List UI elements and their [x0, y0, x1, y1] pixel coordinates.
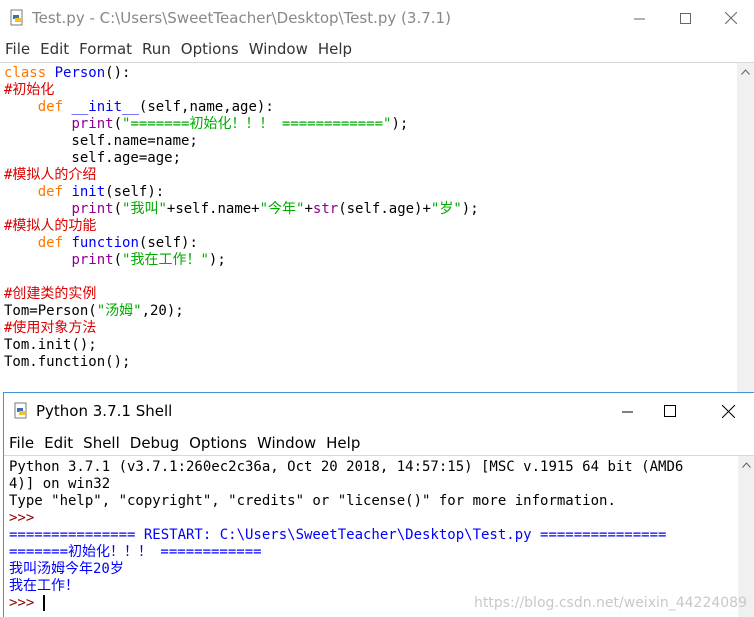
menu-window[interactable]: Window: [244, 40, 313, 58]
python-file-icon: [8, 9, 26, 27]
code-line: print("我叫"+self.name+"今年"+str(self.age)+…: [71, 201, 479, 217]
shell-output-text[interactable]: Python 3.7.1 (v3.7.1:260ec2c36a, Oct 20 …: [9, 459, 683, 612]
code-line: def init(self):: [37, 184, 165, 200]
close-icon[interactable]: [708, 0, 754, 36]
close-icon[interactable]: [705, 393, 751, 429]
code-line: def __init__(self,name,age):: [37, 99, 274, 115]
minimize-icon[interactable]: [616, 0, 662, 36]
menu-help[interactable]: Help: [321, 434, 365, 452]
menu-options[interactable]: Options: [176, 40, 244, 58]
watermark: https://blog.csdn.net/weixin_44224089: [473, 595, 747, 611]
menu-format[interactable]: Format: [74, 40, 137, 58]
code-line: def function(self):: [37, 235, 198, 251]
output-line: 我叫汤姆今年20岁: [9, 561, 124, 577]
menu-file[interactable]: File: [4, 434, 39, 452]
shell-window: Python 3.7.1 Shell File Edit Shell Debug…: [3, 392, 754, 617]
code-comment: #使用对象方法: [4, 320, 97, 336]
menu-options[interactable]: Options: [184, 434, 252, 452]
code-comment: #初始化: [4, 82, 55, 98]
code-line: self.age=age;: [4, 150, 182, 166]
banner-line: 4)] on win32: [9, 476, 111, 492]
scroll-up-icon[interactable]: [738, 456, 754, 473]
code-comment: #模拟人的功能: [4, 218, 97, 234]
menu-file[interactable]: File: [0, 40, 35, 58]
shell-prompt: >>>: [9, 510, 43, 526]
code-comment: #创建类的实例: [4, 286, 97, 302]
code-comment: #模拟人的介绍: [4, 167, 97, 183]
editor-scrollbar[interactable]: [737, 63, 754, 392]
code-line: print("我在工作！");: [71, 252, 226, 268]
scroll-up-icon[interactable]: [737, 63, 754, 80]
output-line: =======初始化！！！ ============: [9, 544, 262, 560]
code-line: Tom=Person("汤姆",20);: [4, 303, 184, 319]
editor-window-title: Test.py - C:\Users\SweetTeacher\Desktop\…: [32, 9, 451, 27]
shell-prompt: >>>: [9, 595, 43, 611]
code-line: self.name=name;: [4, 133, 198, 149]
menu-run[interactable]: Run: [137, 40, 176, 58]
output-line: 我在工作！: [9, 578, 79, 594]
python-file-icon: [12, 402, 30, 420]
menu-edit[interactable]: Edit: [39, 434, 78, 452]
banner-line: Python 3.7.1 (v3.7.1:260ec2c36a, Oct 20 …: [9, 459, 684, 475]
maximize-icon[interactable]: [647, 393, 693, 429]
menu-window[interactable]: Window: [252, 434, 321, 452]
restart-line: =============== RESTART: C:\Users\SweetT…: [9, 527, 667, 543]
menu-separator: [4, 455, 754, 456]
menu-separator: [0, 62, 754, 63]
menu-help[interactable]: Help: [313, 40, 357, 58]
code-line: Tom.init();: [4, 337, 97, 353]
editor-window: Test.py - C:\Users\SweetTeacher\Desktop\…: [0, 0, 754, 392]
minimize-icon[interactable]: [604, 393, 650, 429]
shell-titlebar[interactable]: Python 3.7.1 Shell: [4, 393, 754, 429]
code-line: print("=======初始化！！！ ============");: [71, 116, 409, 132]
code-line: class Person():: [4, 65, 131, 81]
text-cursor: [42, 595, 45, 611]
shell-scrollbar[interactable]: [738, 456, 754, 617]
code-line: Tom.function();: [4, 354, 131, 370]
shell-window-title: Python 3.7.1 Shell: [36, 402, 173, 420]
banner-line: Type "help", "copyright", "credits" or "…: [9, 493, 616, 509]
menu-edit[interactable]: Edit: [35, 40, 74, 58]
maximize-icon[interactable]: [662, 0, 708, 36]
editor-menubar: File Edit Format Run Options Window Help: [0, 37, 754, 61]
code-editor-text[interactable]: class Person(): #初始化 def __init__(self,na…: [4, 65, 479, 371]
menu-shell[interactable]: Shell: [78, 434, 125, 452]
editor-titlebar[interactable]: Test.py - C:\Users\SweetTeacher\Desktop\…: [0, 0, 754, 36]
menu-debug[interactable]: Debug: [125, 434, 184, 452]
shell-menubar: File Edit Shell Debug Options Window Hel…: [4, 431, 754, 455]
